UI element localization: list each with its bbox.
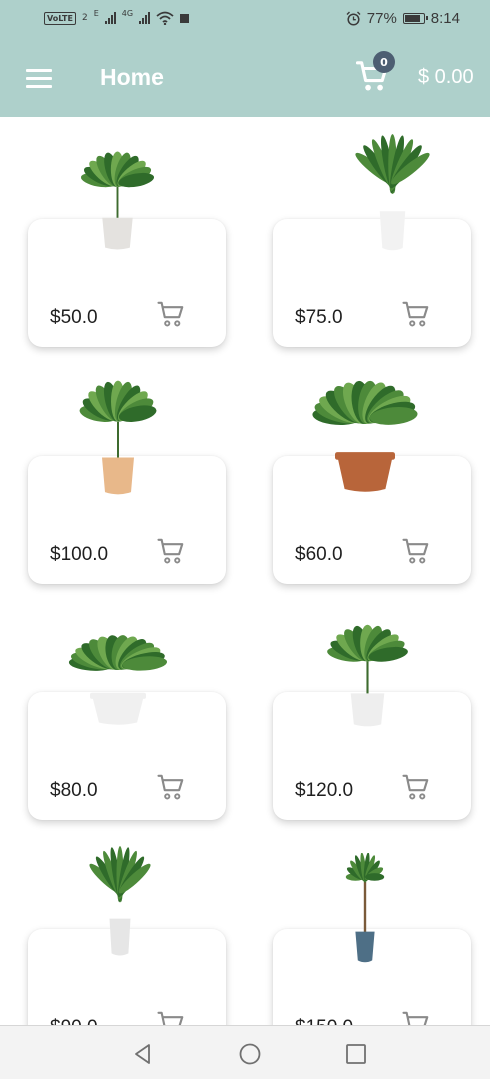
product-price: $75.0 <box>295 307 343 328</box>
product-price: $100.0 <box>50 544 109 565</box>
product-image[interactable] <box>315 618 420 734</box>
add-to-cart-icon[interactable] <box>401 536 431 566</box>
wifi-icon <box>156 11 174 25</box>
add-to-cart-icon[interactable] <box>401 772 431 802</box>
alarm-icon <box>346 11 361 26</box>
sim-index: 2 <box>81 13 88 23</box>
signal-icon-2 <box>139 12 151 24</box>
product-image[interactable] <box>335 852 395 968</box>
top-bar: VoLTE 2 E 4G 77% 8:14 Home 0 $ 0.00 <box>0 0 490 117</box>
product-image[interactable] <box>305 372 425 502</box>
product-price: $60.0 <box>295 544 343 565</box>
status-left: VoLTE 2 E 4G <box>44 8 190 25</box>
product-image[interactable] <box>350 133 435 271</box>
cart-total: $ 0.00 <box>418 66 474 88</box>
screen: VoLTE 2 E 4G 77% 8:14 Home 0 $ 0.00 $50.… <box>0 0 490 1079</box>
signal-icon <box>104 12 116 24</box>
system-nav-bar <box>0 1025 490 1079</box>
add-to-cart-icon[interactable] <box>401 299 431 329</box>
page-title: Home <box>100 64 164 90</box>
product-price: $80.0 <box>50 780 98 801</box>
menu-icon[interactable] <box>26 69 52 88</box>
battery-icon <box>402 13 428 24</box>
volte-indicator: VoLTE <box>44 11 76 25</box>
battery-fill <box>404 15 421 22</box>
recents-icon[interactable] <box>344 1042 368 1066</box>
product-price: $120.0 <box>295 780 354 801</box>
product-image[interactable] <box>70 145 165 257</box>
add-to-cart-icon[interactable] <box>156 536 186 566</box>
notification-icon <box>180 13 190 23</box>
home-icon[interactable] <box>238 1042 262 1066</box>
add-to-cart-icon[interactable] <box>156 772 186 802</box>
battery-percent: 77% <box>366 10 397 27</box>
cart-count-badge: 0 <box>373 51 395 73</box>
network-type-2: 4G <box>121 8 134 18</box>
network-type-1: E <box>93 8 99 18</box>
product-price: $50.0 <box>50 307 98 328</box>
status-right: 77% 8:14 <box>346 10 460 27</box>
product-image[interactable] <box>68 373 168 503</box>
product-image[interactable] <box>85 845 155 975</box>
add-to-cart-icon[interactable] <box>156 299 186 329</box>
clock: 8:14 <box>430 10 460 27</box>
product-image[interactable] <box>62 628 174 733</box>
status-bar: VoLTE 2 E 4G 77% 8:14 <box>0 0 490 38</box>
app-bar: Home 0 $ 0.00 <box>0 38 490 117</box>
back-icon[interactable] <box>131 1042 155 1066</box>
